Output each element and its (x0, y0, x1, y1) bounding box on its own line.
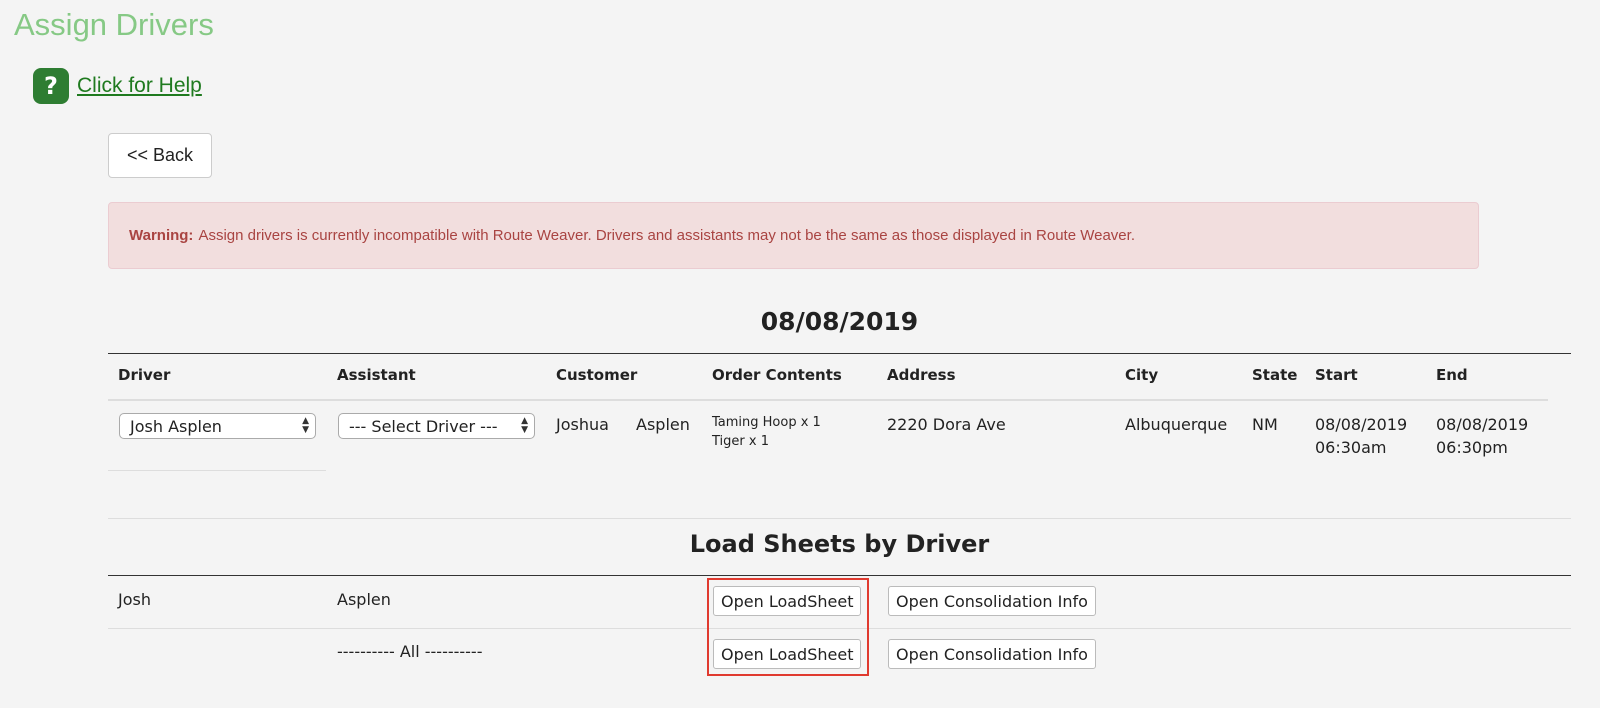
help-row: ? Click for Help (33, 68, 202, 104)
warning-alert: Warning: Assign drivers is currently inc… (108, 202, 1479, 269)
load-sheet-all-label: ---------- All ---------- (337, 642, 483, 661)
start-date: 08/08/2019 (1315, 415, 1408, 434)
header-divider (108, 399, 1548, 401)
order-item: Tiger x 1 (712, 434, 769, 449)
driver-select-value: Josh Asplen (130, 416, 222, 436)
column-header-start: Start (1315, 366, 1358, 384)
load-sheet-driver-last: Asplen (337, 590, 391, 609)
column-header-state: State (1252, 366, 1298, 384)
start-time: 06:30am (1315, 438, 1387, 457)
column-header-address: Address (887, 366, 956, 384)
help-question-icon[interactable]: ? (33, 68, 69, 104)
column-header-customer: Customer (556, 366, 638, 384)
select-up-down-arrows-icon: ▲ ▼ (302, 416, 309, 435)
state-value: NM (1252, 415, 1278, 434)
load-sheets-top-divider (108, 575, 1571, 576)
customer-first-name: Joshua (556, 415, 609, 434)
city-value: Albuquerque (1125, 415, 1228, 434)
open-consolidation-info-button[interactable]: Open Consolidation Info (888, 586, 1096, 616)
customer-last-name: Asplen (636, 415, 690, 434)
column-header-order-contents: Order Contents (712, 366, 842, 384)
order-item: Taming Hoop x 1 (712, 415, 821, 430)
help-link[interactable]: Click for Help (77, 74, 202, 98)
highlight-annotation-box (707, 578, 869, 676)
assistant-select-value: --- Select Driver --- (349, 416, 498, 436)
select-up-down-arrows-icon: ▲ ▼ (521, 416, 528, 435)
address-value: 2220 Dora Ave (887, 415, 1006, 434)
table-top-divider (108, 353, 1571, 354)
assistant-select[interactable]: --- Select Driver --- ▲ ▼ (338, 413, 535, 439)
page-title: Assign Drivers (14, 7, 214, 42)
load-sheets-heading: Load Sheets by Driver (689, 530, 990, 558)
back-button[interactable]: << Back (108, 133, 212, 178)
warning-message: Assign drivers is currently incompatible… (198, 227, 1135, 244)
column-header-assistant: Assistant (337, 366, 416, 384)
driver-select[interactable]: Josh Asplen ▲ ▼ (119, 413, 316, 439)
column-header-driver: Driver (118, 366, 171, 384)
section-divider (108, 518, 1571, 519)
end-date: 08/08/2019 (1436, 415, 1529, 434)
driver-cell-divider (108, 470, 326, 471)
open-consolidation-info-button[interactable]: Open Consolidation Info (888, 639, 1096, 669)
load-sheet-driver-first: Josh (118, 590, 151, 609)
column-header-city: City (1125, 366, 1159, 384)
end-time: 06:30pm (1436, 438, 1508, 457)
schedule-date-heading: 08/08/2019 (760, 307, 919, 336)
warning-label: Warning: (129, 227, 194, 244)
column-header-end: End (1436, 366, 1468, 384)
